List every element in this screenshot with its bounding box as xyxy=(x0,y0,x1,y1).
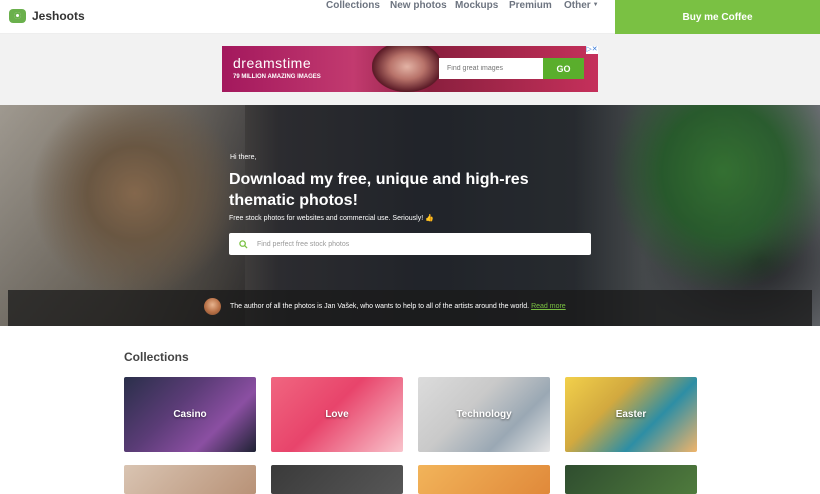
top-navbar: Jeshoots Collections New photos Mockups … xyxy=(0,0,820,34)
collection-label: Easter xyxy=(615,409,647,420)
logo-text: Jeshoots xyxy=(32,9,85,23)
ad-search-input[interactable] xyxy=(439,58,543,79)
hero-headline: Download my free, unique and high-res th… xyxy=(229,171,529,209)
hero-tagline: Free stock photos for websites and comme… xyxy=(229,215,434,222)
collection-card[interactable] xyxy=(271,465,403,494)
author-description: The author of all the photos is Jan Vaše… xyxy=(230,303,530,310)
advertisement-banner[interactable]: dreamstime 79 MILLION AMAZING IMAGES GO xyxy=(222,46,598,92)
chevron-down-icon: ▼ xyxy=(592,2,599,8)
nav-collections[interactable]: Collections xyxy=(326,0,380,11)
buy-me-coffee-button[interactable]: Buy me Coffee xyxy=(615,0,820,34)
nav-other[interactable]: Other ▼ xyxy=(564,0,599,11)
ad-choices-icon[interactable]: ▷✕ xyxy=(586,46,598,54)
collection-label: Technology xyxy=(456,409,512,420)
read-more-link[interactable]: Read more xyxy=(531,303,566,310)
ad-subtitle: 79 MILLION AMAZING IMAGES xyxy=(233,74,321,80)
collection-card-love[interactable]: Love xyxy=(271,377,403,452)
nav-other-label: Other xyxy=(564,0,591,11)
collection-label: Casino xyxy=(173,409,207,420)
collection-card[interactable] xyxy=(124,465,256,494)
camera-logo-icon xyxy=(9,9,26,23)
collection-card-casino[interactable]: Casino xyxy=(124,377,256,452)
collections-heading: Collections xyxy=(124,350,189,364)
author-text: The author of all the photos is Jan Vaše… xyxy=(230,303,566,310)
collection-card[interactable] xyxy=(565,465,697,494)
hero-greeting: Hi there, xyxy=(230,154,257,161)
author-avatar xyxy=(204,298,221,315)
nav-premium[interactable]: Premium xyxy=(509,0,552,11)
logo[interactable]: Jeshoots xyxy=(9,9,85,23)
collection-label: Love xyxy=(325,409,349,420)
nav-mockups[interactable]: Mockups xyxy=(455,0,498,11)
author-bar: The author of all the photos is Jan Vaše… xyxy=(8,290,812,326)
photo-search-bar[interactable]: Find perfect free stock photos xyxy=(229,233,591,255)
collection-card-easter[interactable]: Easter xyxy=(565,377,697,452)
nav-new-photos[interactable]: New photos xyxy=(390,0,447,11)
search-icon xyxy=(239,239,248,249)
search-placeholder[interactable]: Find perfect free stock photos xyxy=(257,241,349,248)
ad-model-image xyxy=(372,46,442,92)
collection-card[interactable] xyxy=(418,465,550,494)
ad-brand: dreamstime xyxy=(233,55,312,71)
collection-card-technology[interactable]: Technology xyxy=(418,377,550,452)
ad-go-button[interactable]: GO xyxy=(543,58,584,79)
